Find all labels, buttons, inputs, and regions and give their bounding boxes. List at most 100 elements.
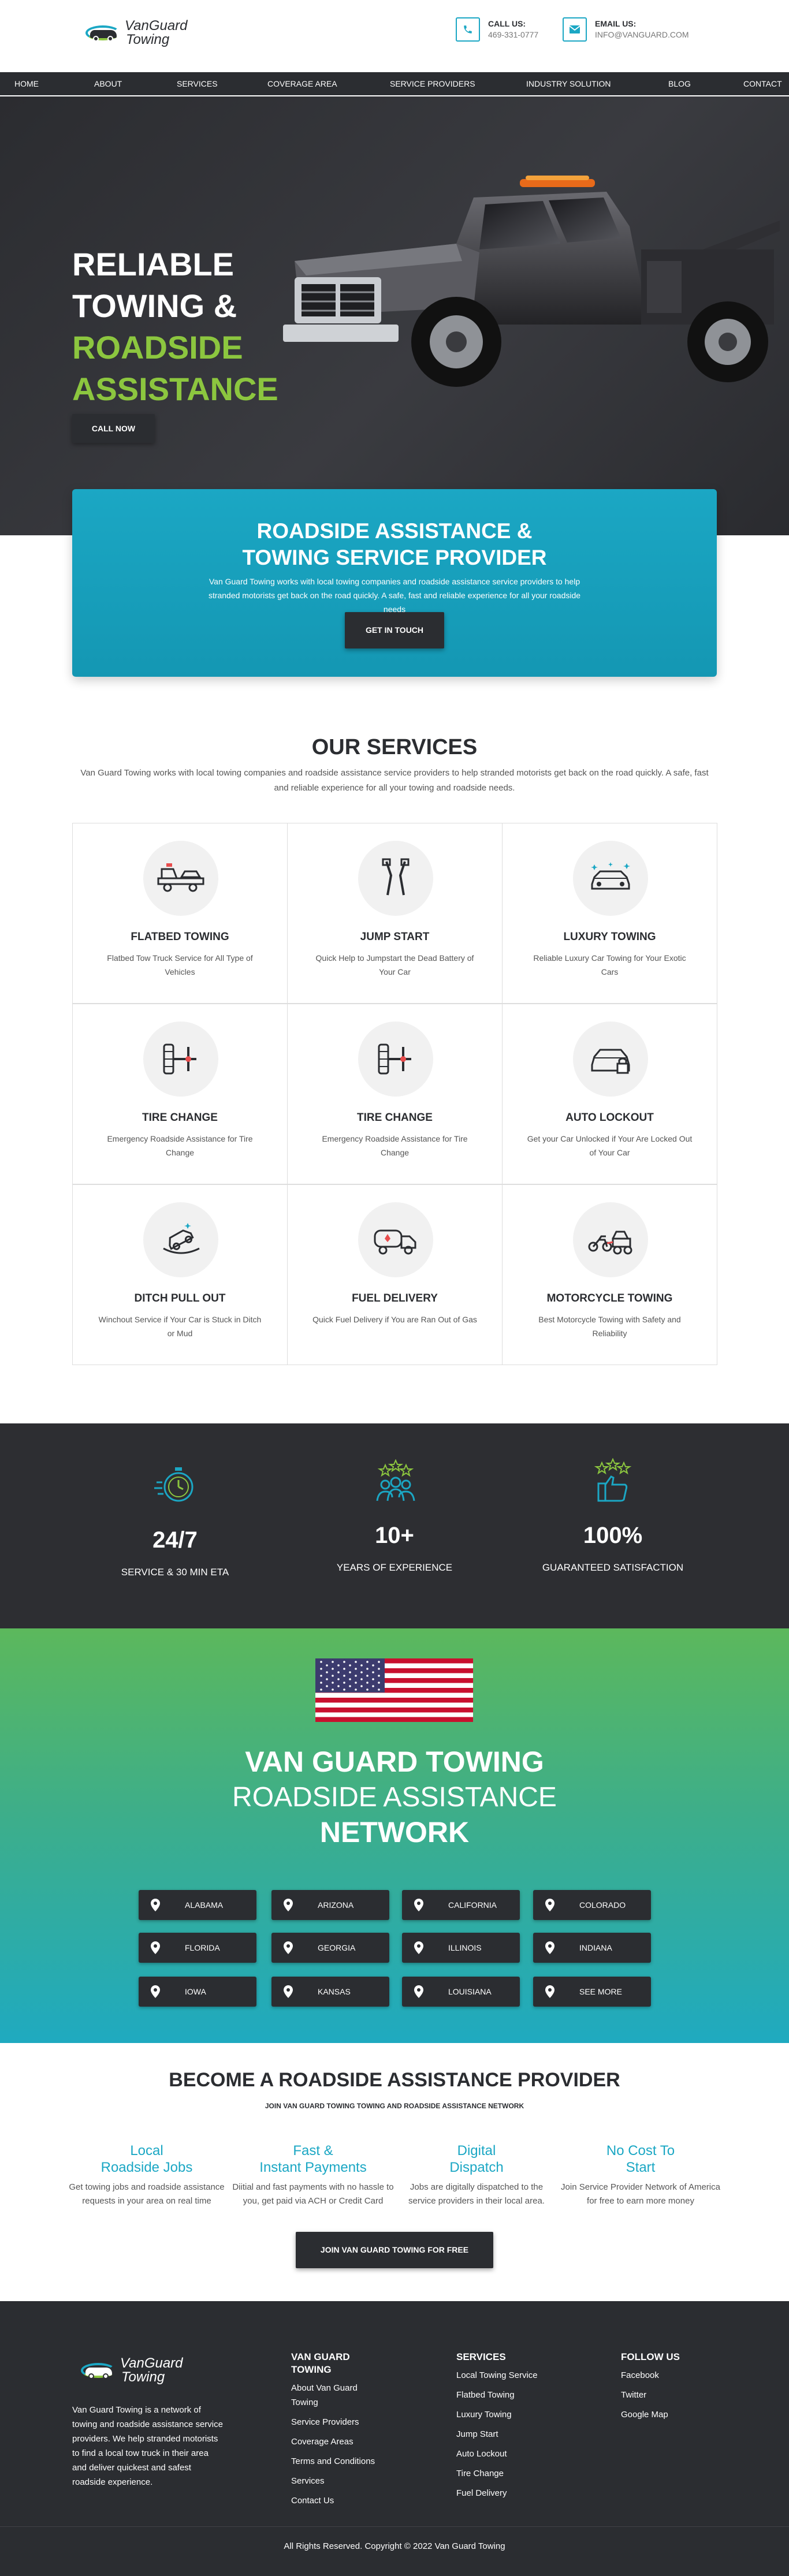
service-card[interactable]: TIRE CHANGE Emergency Roadside Assistance… [287, 1004, 503, 1184]
footer-link[interactable]: Tire Change [456, 2466, 572, 2481]
footer-link[interactable]: Contact Us [291, 2493, 384, 2508]
stat-number-eta: 24/7 [152, 1527, 198, 1553]
call-now-button[interactable]: CALL NOW [72, 414, 155, 443]
network-section: VAN GUARD TOWING ROADSIDE ASSISTANCE NET… [0, 1628, 789, 2043]
join-free-button[interactable]: JOIN VAN GUARD TOWING FOR FREE [296, 2232, 493, 2268]
benefit-heading-line-1: Fast & [293, 2143, 333, 2159]
state-button[interactable]: KANSAS [271, 1977, 389, 2007]
footer-link[interactable]: Coverage Areas [291, 2435, 384, 2449]
service-card[interactable]: DITCH PULL OUT Winchout Service if Your C… [72, 1184, 288, 1365]
service-card-description: Emergency Roadside Assistance for Tire C… [107, 1134, 253, 1157]
service-card-description: Best Motorcycle Towing with Safety and R… [538, 1315, 681, 1338]
state-button[interactable]: IOWA [139, 1977, 256, 2007]
cta-title-line-2: TOWING SERVICE PROVIDER [242, 546, 547, 569]
footer-company-title: VAN GUARD TOWING [291, 2351, 350, 2375]
email-us-label: EMAIL US: [595, 19, 637, 28]
nav-blog[interactable]: BLOG [668, 72, 691, 95]
footer-link[interactable]: Fuel Delivery [456, 2486, 572, 2500]
state-button[interactable]: LOUISIANA [402, 1977, 520, 2007]
map-pin-icon [412, 1941, 425, 1954]
nav-contact[interactable]: CONTACT [743, 72, 782, 95]
map-pin-icon [282, 1985, 295, 1998]
footer-link[interactable]: Services [291, 2474, 384, 2488]
footer-link[interactable]: Jump Start [456, 2427, 572, 2441]
state-button[interactable]: CALIFORNIA [402, 1890, 520, 1920]
footer-link[interactable]: Facebook [621, 2368, 713, 2383]
service-card-description: Emergency Roadside Assistance for Tire C… [322, 1134, 468, 1157]
footer-logo[interactable]: VanGuard Towing [81, 2357, 183, 2384]
stat-label-eta: SERVICE & 30 MIN ETA [121, 1567, 229, 1578]
service-card-title: AUTO LOCKOUT [565, 1112, 654, 1124]
footer-link[interactable]: Terms and Conditions [291, 2454, 384, 2469]
nav-services[interactable]: SERVICES [177, 72, 218, 95]
nav-service-providers[interactable]: SERVICE PROVIDERS [390, 72, 475, 95]
state-button[interactable]: COLORADO [533, 1890, 651, 1920]
benefit-column: Local Roadside Jobs Get towing jobs and ro… [66, 2142, 228, 2208]
footer-link[interactable]: Local Towing Service [456, 2368, 572, 2383]
hero-section: RELIABLE TOWING & ROADSIDE ASSISTANCE CA… [0, 96, 789, 535]
footer-link[interactable]: Luxury Towing [456, 2407, 572, 2422]
footer-link[interactable]: About Van Guard Towing [291, 2381, 384, 2410]
state-name: SEE MORE [579, 1987, 622, 1996]
benefit-text: Jobs are digitally dispatched to the ser… [408, 2182, 545, 2206]
service-card[interactable]: JUMP START Quick Help to Jumpstart the De… [287, 823, 503, 1004]
state-name: LOUISIANA [448, 1987, 492, 1996]
map-pin-icon [149, 1941, 162, 1954]
footer-link[interactable]: Auto Lockout [456, 2447, 572, 2461]
service-card[interactable]: LUXURY TOWING Reliable Luxury Car Towing … [502, 823, 717, 1004]
service-card[interactable]: FLATBED TOWING Flatbed Tow Truck Service … [72, 823, 288, 1004]
site-header: VanGuard Towing CALL US: 469-331-0777 EM… [0, 0, 789, 72]
service-card-title: MOTORCYCLE TOWING [546, 1292, 673, 1304]
nav-coverage-area[interactable]: COVERAGE AREA [267, 72, 337, 95]
phone-icon [456, 17, 480, 42]
hero-line-4: ASSISTANCE [72, 371, 278, 407]
service-card-description: Reliable Luxury Car Towing for Your Exot… [533, 953, 686, 976]
become-provider-title: BECOME A ROADSIDE ASSISTANCE PROVIDER [169, 2069, 620, 2091]
site-logo[interactable]: VanGuard Towing [85, 19, 188, 47]
footer-about-text: Van Guard Towing is a network of towing … [72, 2405, 223, 2487]
map-pin-icon [544, 1899, 556, 1911]
state-button[interactable]: ARIZONA [271, 1890, 389, 1920]
benefit-heading-line-1: No Cost To [606, 2143, 675, 2159]
map-pin-icon [282, 1941, 295, 1954]
benefit-heading-line-2: Dispatch [449, 2160, 504, 2175]
network-title-line-3: NETWORK [319, 1816, 470, 1848]
phone-number[interactable]: 469-331-0777 [488, 29, 538, 40]
footer-link[interactable]: Service Providers [291, 2415, 384, 2429]
flatbed-truck-icon [143, 841, 218, 916]
state-name: INDIANA [579, 1943, 612, 1952]
service-card[interactable]: AUTO LOCKOUT Get your Car Unlocked if You… [502, 1004, 717, 1184]
state-button[interactable]: SEE MORE [533, 1977, 651, 2007]
call-us-block[interactable]: CALL US: 469-331-0777 [456, 17, 538, 42]
footer-link[interactable]: Google Map [621, 2407, 713, 2422]
state-name: ARIZONA [318, 1900, 354, 1910]
stat-label-satisfaction: GUARANTEED SATISFACTION [542, 1562, 684, 1573]
get-in-touch-button[interactable]: GET IN TOUCH [345, 612, 444, 648]
cta-box: ROADSIDE ASSISTANCE & TOWING SERVICE PRO… [72, 489, 717, 677]
email-address[interactable]: INFO@VANGUARD.COM [595, 29, 689, 40]
state-name: FLORIDA [185, 1943, 220, 1952]
state-button[interactable]: ALABAMA [139, 1890, 256, 1920]
state-button[interactable]: ILLINOIS [402, 1933, 520, 1963]
service-card-description: Flatbed Tow Truck Service for All Type o… [107, 953, 253, 976]
hero-line-3: ROADSIDE [72, 329, 243, 366]
email-us-block[interactable]: EMAIL US: INFO@VANGUARD.COM [563, 17, 689, 42]
service-card[interactable]: MOTORCYCLE TOWING Best Motorcycle Towing … [502, 1184, 717, 1365]
main-nav: HOME ABOUT SERVICES COVERAGE AREA SERVIC… [0, 72, 789, 96]
state-button[interactable]: GEORGIA [271, 1933, 389, 1963]
envelope-icon [563, 17, 587, 42]
service-card[interactable]: TIRE CHANGE Emergency Roadside Assistance… [72, 1004, 288, 1184]
car-lock-icon [573, 1022, 648, 1097]
benefit-heading-line-1: Local [130, 2143, 163, 2159]
benefit-column: Fast & Instant Payments Diitial and fast p… [232, 2142, 394, 2208]
footer-link[interactable]: Flatbed Towing [456, 2388, 572, 2402]
footer-services-title: SERVICES [456, 2351, 506, 2362]
nav-home[interactable]: HOME [14, 72, 39, 95]
nav-industry-solution[interactable]: INDUSTRY SOLUTION [526, 72, 611, 95]
logo-text-vanguard: VanGuard [125, 18, 188, 33]
nav-about[interactable]: ABOUT [94, 72, 122, 95]
state-button[interactable]: INDIANA [533, 1933, 651, 1963]
service-card[interactable]: FUEL DELIVERY Quick Fuel Delivery if You … [287, 1184, 503, 1365]
footer-link[interactable]: Twitter [621, 2388, 713, 2402]
state-button[interactable]: FLORIDA [139, 1933, 256, 1963]
